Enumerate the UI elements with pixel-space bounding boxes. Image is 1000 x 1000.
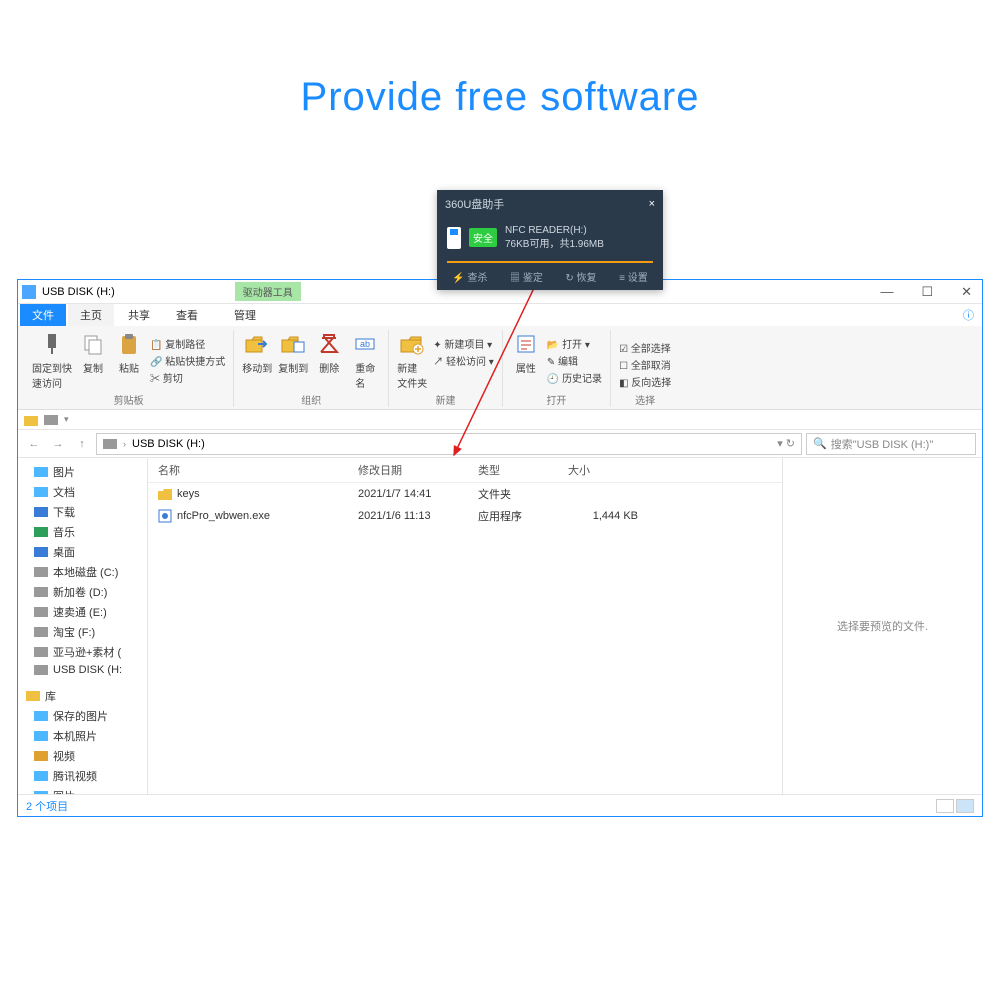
- copyto-button[interactable]: 复制到: [278, 330, 308, 375]
- usb-space: 76KB可用，共1.96MB: [505, 238, 604, 252]
- sidebar-item[interactable]: 视频: [18, 746, 147, 766]
- paste-button[interactable]: 粘贴: [114, 330, 144, 375]
- table-row[interactable]: nfcPro_wbwen.exe2021/1/6 11:13应用程序1,444 …: [148, 505, 782, 527]
- select-all-button[interactable]: ☑ 全部选择: [619, 340, 671, 355]
- ribbon-tabs: 文件 主页 共享 查看 管理 ⓘ: [18, 304, 982, 326]
- forward-button[interactable]: →: [48, 434, 68, 454]
- usb-action-scan[interactable]: ⚡ 查杀: [452, 269, 487, 284]
- tab-manage[interactable]: 管理: [222, 304, 268, 326]
- drive-icon: [103, 437, 117, 451]
- usb-action-settings[interactable]: ≡ 设置: [619, 269, 648, 284]
- close-button[interactable]: ✕: [955, 284, 978, 300]
- tab-home[interactable]: 主页: [68, 304, 114, 326]
- close-icon[interactable]: ×: [649, 198, 655, 210]
- easy-access-button[interactable]: ↗ 轻松访问 ▾: [433, 353, 494, 368]
- sidebar-item[interactable]: 本地磁盘 (C:): [18, 562, 147, 582]
- new-folder-button[interactable]: 新建 文件夹: [397, 330, 427, 390]
- select-none-button[interactable]: ☐ 全部取消: [619, 357, 671, 372]
- minimize-button[interactable]: —: [874, 284, 899, 300]
- file-list: keys2021/1/7 14:41文件夹nfcPro_wbwen.exe202…: [148, 483, 782, 794]
- delete-button[interactable]: 删除: [314, 330, 344, 375]
- quick-access-toolbar: ▾: [18, 410, 982, 430]
- sidebar-libraries[interactable]: 库: [18, 686, 147, 706]
- explorer-window: USB DISK (H:) 驱动器工具 — ☐ ✕ 文件 主页 共享 查看 管理…: [17, 279, 983, 817]
- edit-button[interactable]: ✎ 编辑: [547, 353, 602, 368]
- copy-button[interactable]: 复制: [78, 330, 108, 375]
- sidebar-item[interactable]: 腾讯视频: [18, 766, 147, 786]
- sidebar-item[interactable]: 保存的图片: [18, 706, 147, 726]
- sidebar-item[interactable]: 本机照片: [18, 726, 147, 746]
- details-view-button[interactable]: [936, 799, 954, 813]
- drive-icon: [22, 285, 36, 299]
- sidebar-item[interactable]: USB DISK (H:: [18, 662, 147, 678]
- status-bar: 2 个项目: [18, 794, 982, 816]
- group-organize: 组织: [301, 390, 321, 407]
- group-clipboard: 剪贴板: [114, 390, 144, 407]
- breadcrumb[interactable]: › USB DISK (H:) ▾ ↻: [96, 433, 802, 455]
- search-icon: 🔍: [813, 437, 827, 450]
- chevron-down-icon[interactable]: ▾: [64, 414, 69, 425]
- address-bar: ← → ↑ › USB DISK (H:) ▾ ↻ 🔍 搜索"USB DISK …: [18, 430, 982, 458]
- group-open: 打开: [546, 390, 566, 407]
- usb-device-name: NFC READER(H:): [505, 224, 604, 238]
- group-new: 新建: [436, 390, 456, 407]
- tab-view[interactable]: 查看: [164, 304, 210, 326]
- breadcrumb-segment[interactable]: USB DISK (H:): [132, 438, 205, 450]
- usb-action-recover[interactable]: ↻ 恢复: [565, 269, 596, 284]
- table-row[interactable]: keys2021/1/7 14:41文件夹: [148, 483, 782, 505]
- tab-file[interactable]: 文件: [20, 304, 66, 326]
- new-item-button[interactable]: ✦ 新建项目 ▾: [433, 336, 494, 351]
- sidebar-item[interactable]: 音乐: [18, 522, 147, 542]
- sidebar-item[interactable]: 淘宝 (F:): [18, 622, 147, 642]
- copy-path-button[interactable]: 📋 复制路径: [150, 336, 225, 351]
- sidebar-item[interactable]: 图片: [18, 786, 147, 794]
- sidebar-item[interactable]: 下载: [18, 502, 147, 522]
- up-button[interactable]: ↑: [72, 434, 92, 454]
- sidebar-item[interactable]: 桌面: [18, 542, 147, 562]
- invert-select-button[interactable]: ◧ 反向选择: [619, 374, 671, 389]
- usb-helper-popup: 360U盘助手 × 安全 NFC READER(H:) 76KB可用，共1.96…: [437, 190, 663, 290]
- ribbon: 固定到快 速访问 复制 粘贴 📋 复制路径 🔗 粘贴快捷方式 ✂ 剪切 剪贴板 …: [18, 326, 982, 410]
- moveto-button[interactable]: 移动到: [242, 330, 272, 375]
- tab-share[interactable]: 共享: [116, 304, 162, 326]
- usb-stick-icon: [447, 227, 461, 249]
- maximize-button[interactable]: ☐: [915, 284, 939, 300]
- column-headers[interactable]: 名称 修改日期 类型 大小: [148, 458, 782, 483]
- cut-button[interactable]: ✂ 剪切: [150, 370, 225, 385]
- rename-button[interactable]: ab重命 名: [350, 330, 380, 390]
- preview-pane: 选择要预览的文件.: [782, 458, 982, 794]
- open-button[interactable]: 📂 打开 ▾: [547, 336, 602, 351]
- sidebar-item[interactable]: 图片: [18, 462, 147, 482]
- sidebar-item[interactable]: 速卖通 (E:): [18, 602, 147, 622]
- sidebar: 图片文档下载音乐桌面本地磁盘 (C:)新加卷 (D:)速卖通 (E:)淘宝 (F…: [18, 458, 148, 794]
- help-icon[interactable]: ⓘ: [955, 304, 982, 326]
- history-button[interactable]: 🕘 历史记录: [547, 370, 602, 385]
- headline: Provide free software: [0, 0, 1000, 120]
- icons-view-button[interactable]: [956, 799, 974, 813]
- paste-shortcut-button[interactable]: 🔗 粘贴快捷方式: [150, 353, 225, 368]
- back-button[interactable]: ←: [24, 434, 44, 454]
- sidebar-item[interactable]: 文档: [18, 482, 147, 502]
- usb-popup-title: 360U盘助手: [445, 196, 504, 212]
- status-text: 2 个项目: [26, 798, 68, 814]
- folder-icon: [24, 413, 38, 427]
- sidebar-item[interactable]: 亚马逊+素材 (: [18, 642, 147, 662]
- drive-tools-tab[interactable]: 驱动器工具: [235, 282, 301, 301]
- svg-text:ab: ab: [360, 339, 370, 349]
- usb-action-verify[interactable]: ▦ 鉴定: [510, 269, 543, 284]
- search-input[interactable]: 🔍 搜索"USB DISK (H:)": [806, 433, 976, 455]
- pin-button[interactable]: 固定到快 速访问: [32, 330, 72, 390]
- drive-icon: [44, 413, 58, 427]
- window-title: USB DISK (H:): [42, 286, 115, 298]
- properties-button[interactable]: 属性: [511, 330, 541, 375]
- group-select: 选择: [635, 390, 655, 407]
- safe-badge: 安全: [469, 228, 497, 247]
- sidebar-item[interactable]: 新加卷 (D:): [18, 582, 147, 602]
